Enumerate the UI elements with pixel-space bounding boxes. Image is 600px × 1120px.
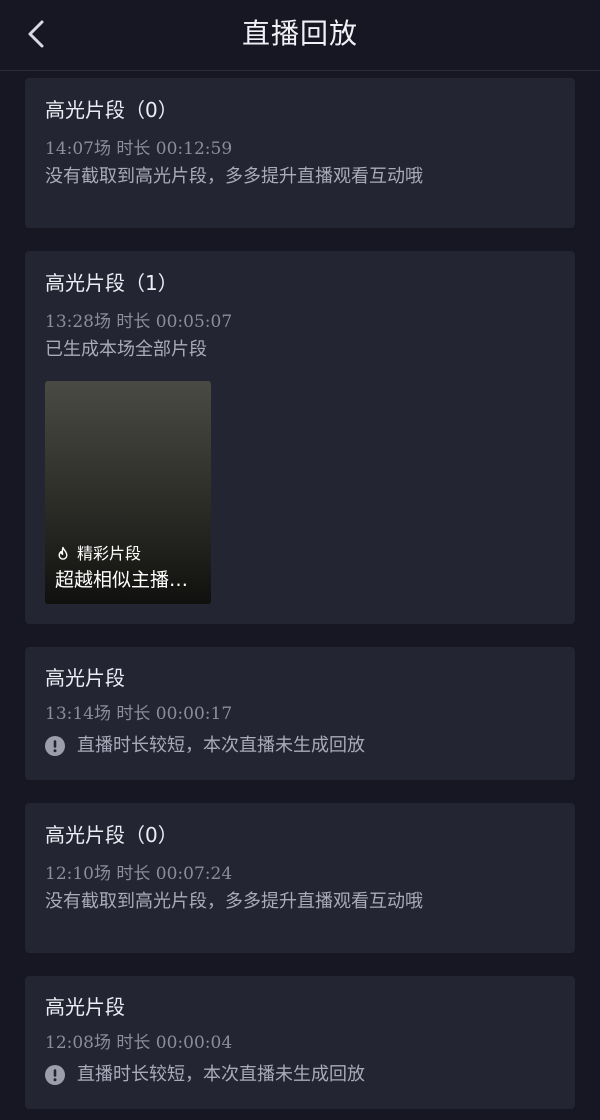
- clip-caption: 超越相似主播…: [55, 569, 189, 591]
- nav-header: 直播回放: [0, 0, 600, 71]
- replay-card[interactable]: 高光片段（1） 13:28场 时长 00:05:07 已生成本场全部片段 精彩片…: [25, 251, 575, 624]
- card-description: 没有截取到高光片段，多多提升直播观看互动哦: [45, 166, 423, 187]
- card-description: 已生成本场全部片段: [45, 339, 207, 360]
- replay-card[interactable]: 高光片段（0） 12:10场 时长 00:07:24 没有截取到高光片段，多多提…: [25, 803, 575, 953]
- highlight-title: 高光片段: [45, 666, 125, 690]
- session-meta: 13:14场 时长 00:00:17: [45, 704, 233, 724]
- session-meta: 12:08场 时长 00:00:04: [45, 1033, 233, 1053]
- session-meta: 14:07场 时长 00:12:59: [45, 139, 233, 159]
- clip-tag: 精彩片段: [55, 543, 141, 565]
- card-description: 没有截取到高光片段，多多提升直播观看互动哦: [45, 891, 423, 912]
- replay-card[interactable]: 高光片段（0） 14:07场 时长 00:12:59 没有截取到高光片段，多多提…: [25, 78, 575, 228]
- highlight-title: 高光片段（0）: [45, 823, 178, 847]
- short-live-notice: 直播时长较短，本次直播未生成回放: [45, 1062, 365, 1088]
- warning-icon: [45, 1065, 65, 1085]
- highlight-title: 高光片段（1）: [45, 271, 178, 295]
- replay-card[interactable]: 高光片段 12:08场 时长 00:00:04 直播时长较短，本次直播未生成回放: [25, 976, 575, 1109]
- highlight-clip-thumbnail[interactable]: 精彩片段 超越相似主播…: [45, 381, 211, 604]
- notice-text: 直播时长较短，本次直播未生成回放: [77, 1064, 365, 1085]
- notice-text: 直播时长较短，本次直播未生成回放: [77, 735, 365, 756]
- session-meta: 12:10场 时长 00:07:24: [45, 864, 233, 884]
- highlight-title: 高光片段: [45, 995, 125, 1019]
- warning-icon: [45, 736, 65, 756]
- clip-tag-label: 精彩片段: [77, 544, 142, 563]
- session-meta: 13:28场 时长 00:05:07: [45, 312, 233, 332]
- highlight-title: 高光片段（0）: [45, 98, 178, 122]
- page-title: 直播回放: [241, 17, 358, 50]
- replay-card[interactable]: 高光片段 13:14场 时长 00:00:17 直播时长较短，本次直播未生成回放: [25, 647, 575, 780]
- fire-icon: [55, 546, 71, 562]
- live-replay-page: 直播回放 高光片段（0） 14:07场 时长 00:12:59 没有截取到高光片…: [0, 0, 600, 1120]
- short-live-notice: 直播时长较短，本次直播未生成回放: [45, 733, 365, 759]
